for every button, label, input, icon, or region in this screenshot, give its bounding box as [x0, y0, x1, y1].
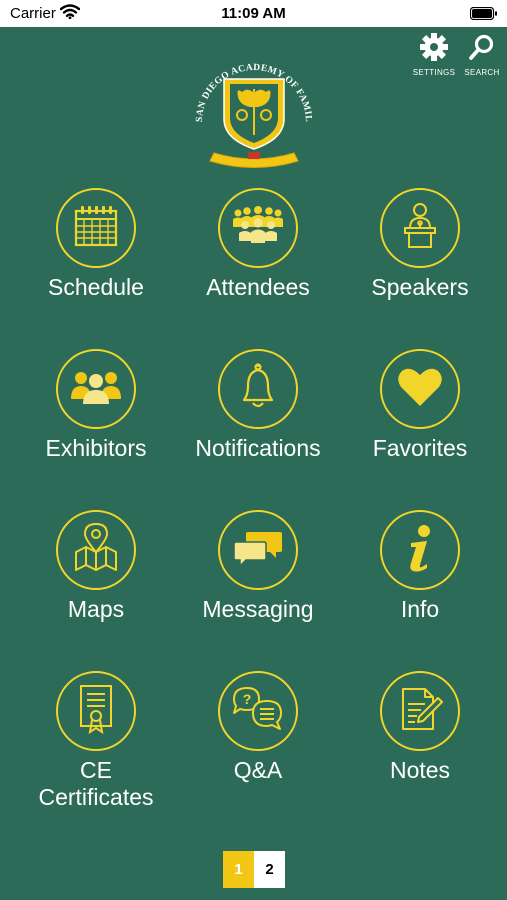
page-1-button[interactable]: 1: [223, 851, 254, 888]
home-screen: SAN DIEGO ACADEMY OF FAMILY PHYSICIANS: [0, 27, 507, 900]
info-icon: [403, 523, 437, 578]
tile-label: Info: [400, 596, 440, 622]
tile-label: Notifications: [195, 435, 321, 461]
tile-messaging[interactable]: Messaging: [178, 510, 338, 623]
page-2-button[interactable]: 2: [254, 851, 285, 888]
tile-label: Favorites: [372, 435, 468, 461]
tile-label: Q&A: [233, 757, 283, 783]
tile-label: Schedule: [48, 274, 144, 300]
tile-notes[interactable]: Notes: [340, 671, 500, 784]
status-time: 11:09 AM: [221, 5, 286, 22]
tile-circle: [218, 349, 298, 429]
status-bar: Carrier 11:09 AM: [0, 0, 507, 27]
notes-icon: [395, 684, 445, 739]
certificate-icon: [76, 683, 116, 740]
map-pin-icon: [71, 522, 121, 579]
search-button[interactable]: SEARCH: [457, 33, 507, 77]
attendees-icon: [230, 203, 286, 254]
tile-label: Maps: [67, 596, 125, 622]
tile-label: Speakers: [371, 274, 469, 300]
tile-circle: [218, 188, 298, 268]
tile-circle: [56, 188, 136, 268]
tile-attendees[interactable]: Attendees: [178, 188, 338, 301]
tile-schedule[interactable]: Schedule: [16, 188, 176, 301]
tile-circle: [218, 510, 298, 590]
search-label: SEARCH: [464, 68, 500, 77]
tile-info[interactable]: Info: [340, 510, 500, 623]
group-icon: [69, 367, 123, 412]
tile-speakers[interactable]: Speakers: [340, 188, 500, 301]
qa-icon: ?: [232, 685, 284, 738]
tile-notifications[interactable]: Notifications: [178, 349, 338, 462]
settings-label: SETTINGS: [412, 68, 456, 77]
tile-circle: [56, 349, 136, 429]
tile-label: Attendees: [206, 274, 310, 300]
tile-circle: [380, 188, 460, 268]
tile-circle: [56, 510, 136, 590]
tile-maps[interactable]: Maps: [16, 510, 176, 623]
tile-qa[interactable]: ? Q&A: [178, 671, 338, 784]
heart-icon: [396, 366, 444, 413]
tile-ce-certificates[interactable]: CE Certificates: [16, 671, 176, 811]
settings-button[interactable]: SETTINGS: [409, 33, 459, 77]
gear-icon: [419, 33, 449, 65]
tile-label: Exhibitors: [45, 435, 147, 461]
page-indicator: 1 2: [223, 851, 285, 888]
chat-bubbles-icon: [232, 526, 284, 575]
academy-logo: SAN DIEGO ACADEMY OF FAMILY PHYSICIANS: [180, 30, 324, 187]
tile-exhibitors[interactable]: Exhibitors: [16, 349, 176, 462]
tile-label: Notes: [389, 757, 451, 783]
svg-text:?: ?: [243, 691, 252, 707]
tile-label: CE Certificates: [38, 757, 154, 810]
tile-circle: [380, 510, 460, 590]
tile-circle: [56, 671, 136, 751]
bell-icon: [235, 362, 281, 417]
tile-label: Messaging: [202, 596, 314, 622]
tile-favorites[interactable]: Favorites: [340, 349, 500, 462]
tile-circle: ?: [218, 671, 298, 751]
battery-icon: [469, 6, 498, 25]
speaker-podium-icon: [397, 201, 443, 256]
tile-circle: [380, 671, 460, 751]
tile-circle: [380, 349, 460, 429]
calendar-icon: [71, 203, 121, 254]
search-icon: [468, 34, 496, 65]
